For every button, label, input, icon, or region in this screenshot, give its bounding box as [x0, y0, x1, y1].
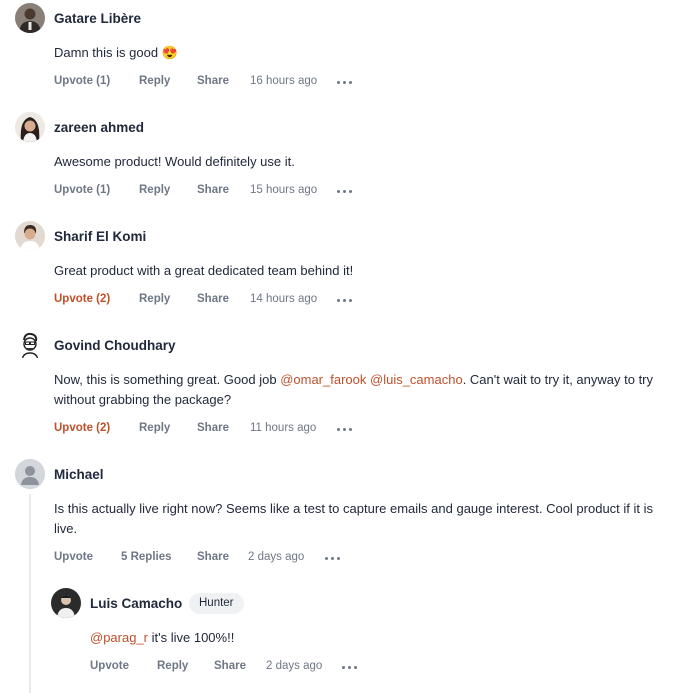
timestamp[interactable]: 14 hours ago: [250, 293, 317, 305]
timestamp[interactable]: 15 hours ago: [250, 184, 317, 196]
upvote-button[interactable]: Upvote (1): [54, 75, 110, 87]
share-button[interactable]: Share: [197, 422, 229, 434]
more-options-icon[interactable]: [342, 666, 358, 670]
reply-button[interactable]: Reply: [139, 422, 170, 434]
more-options-icon[interactable]: [337, 299, 353, 303]
more-options-icon[interactable]: [337, 190, 353, 194]
share-button[interactable]: Share: [197, 75, 229, 87]
comment-author[interactable]: Gatare Libère: [54, 11, 141, 26]
thread-line: [29, 494, 31, 693]
reply-button[interactable]: Reply: [139, 75, 170, 87]
avatar[interactable]: [15, 221, 45, 251]
mention-link[interactable]: @luis_camacho: [370, 372, 463, 387]
more-options-icon[interactable]: [337, 81, 353, 85]
comment-author[interactable]: Luis Camacho: [90, 596, 182, 611]
comment-author[interactable]: Michael: [54, 467, 104, 482]
replies-toggle-button[interactable]: 5 Replies: [121, 551, 172, 563]
comment-text: Awesome product! Would definitely use it…: [54, 154, 295, 169]
avatar[interactable]: [15, 112, 45, 142]
upvote-button[interactable]: Upvote (2): [54, 293, 110, 305]
reply-button[interactable]: Reply: [157, 660, 188, 672]
comment-author[interactable]: Sharif El Komi: [54, 229, 146, 244]
comment-text: Now, this is something great. Good job @…: [54, 372, 654, 407]
upvote-button[interactable]: Upvote (1): [54, 184, 110, 196]
timestamp[interactable]: 2 days ago: [266, 660, 322, 672]
upvote-button[interactable]: Upvote: [54, 551, 93, 563]
share-button[interactable]: Share: [197, 184, 229, 196]
mention-link[interactable]: @omar_farook: [280, 372, 366, 387]
mention-link[interactable]: @parag_r: [90, 630, 148, 645]
avatar[interactable]: [51, 588, 81, 618]
comment-text: Is this actually live right now? Seems l…: [54, 501, 654, 536]
comment-text: Great product with a great dedicated tea…: [54, 263, 354, 278]
more-options-icon[interactable]: [337, 428, 353, 432]
comment-text: Damn this is good 😍: [54, 45, 178, 60]
comment-author[interactable]: Govind Choudhary: [54, 338, 176, 353]
hunter-badge: Hunter: [189, 593, 244, 614]
upvote-button[interactable]: Upvote (2): [54, 422, 110, 434]
timestamp[interactable]: 2 days ago: [248, 551, 304, 563]
upvote-button[interactable]: Upvote: [90, 660, 129, 672]
heart-eyes-emoji: 😍: [161, 45, 178, 60]
avatar[interactable]: [15, 330, 45, 360]
timestamp[interactable]: 11 hours ago: [250, 422, 316, 434]
reply-button[interactable]: Reply: [139, 293, 170, 305]
share-button[interactable]: Share: [197, 551, 229, 563]
comment-text: @parag_r it's live 100%!!: [90, 630, 235, 645]
timestamp[interactable]: 16 hours ago: [250, 75, 317, 87]
reply-button[interactable]: Reply: [139, 184, 170, 196]
share-button[interactable]: Share: [214, 660, 246, 672]
share-button[interactable]: Share: [197, 293, 229, 305]
avatar[interactable]: [15, 459, 45, 489]
comment-author[interactable]: zareen ahmed: [54, 120, 144, 135]
avatar[interactable]: [15, 3, 45, 33]
more-options-icon[interactable]: [325, 557, 341, 561]
